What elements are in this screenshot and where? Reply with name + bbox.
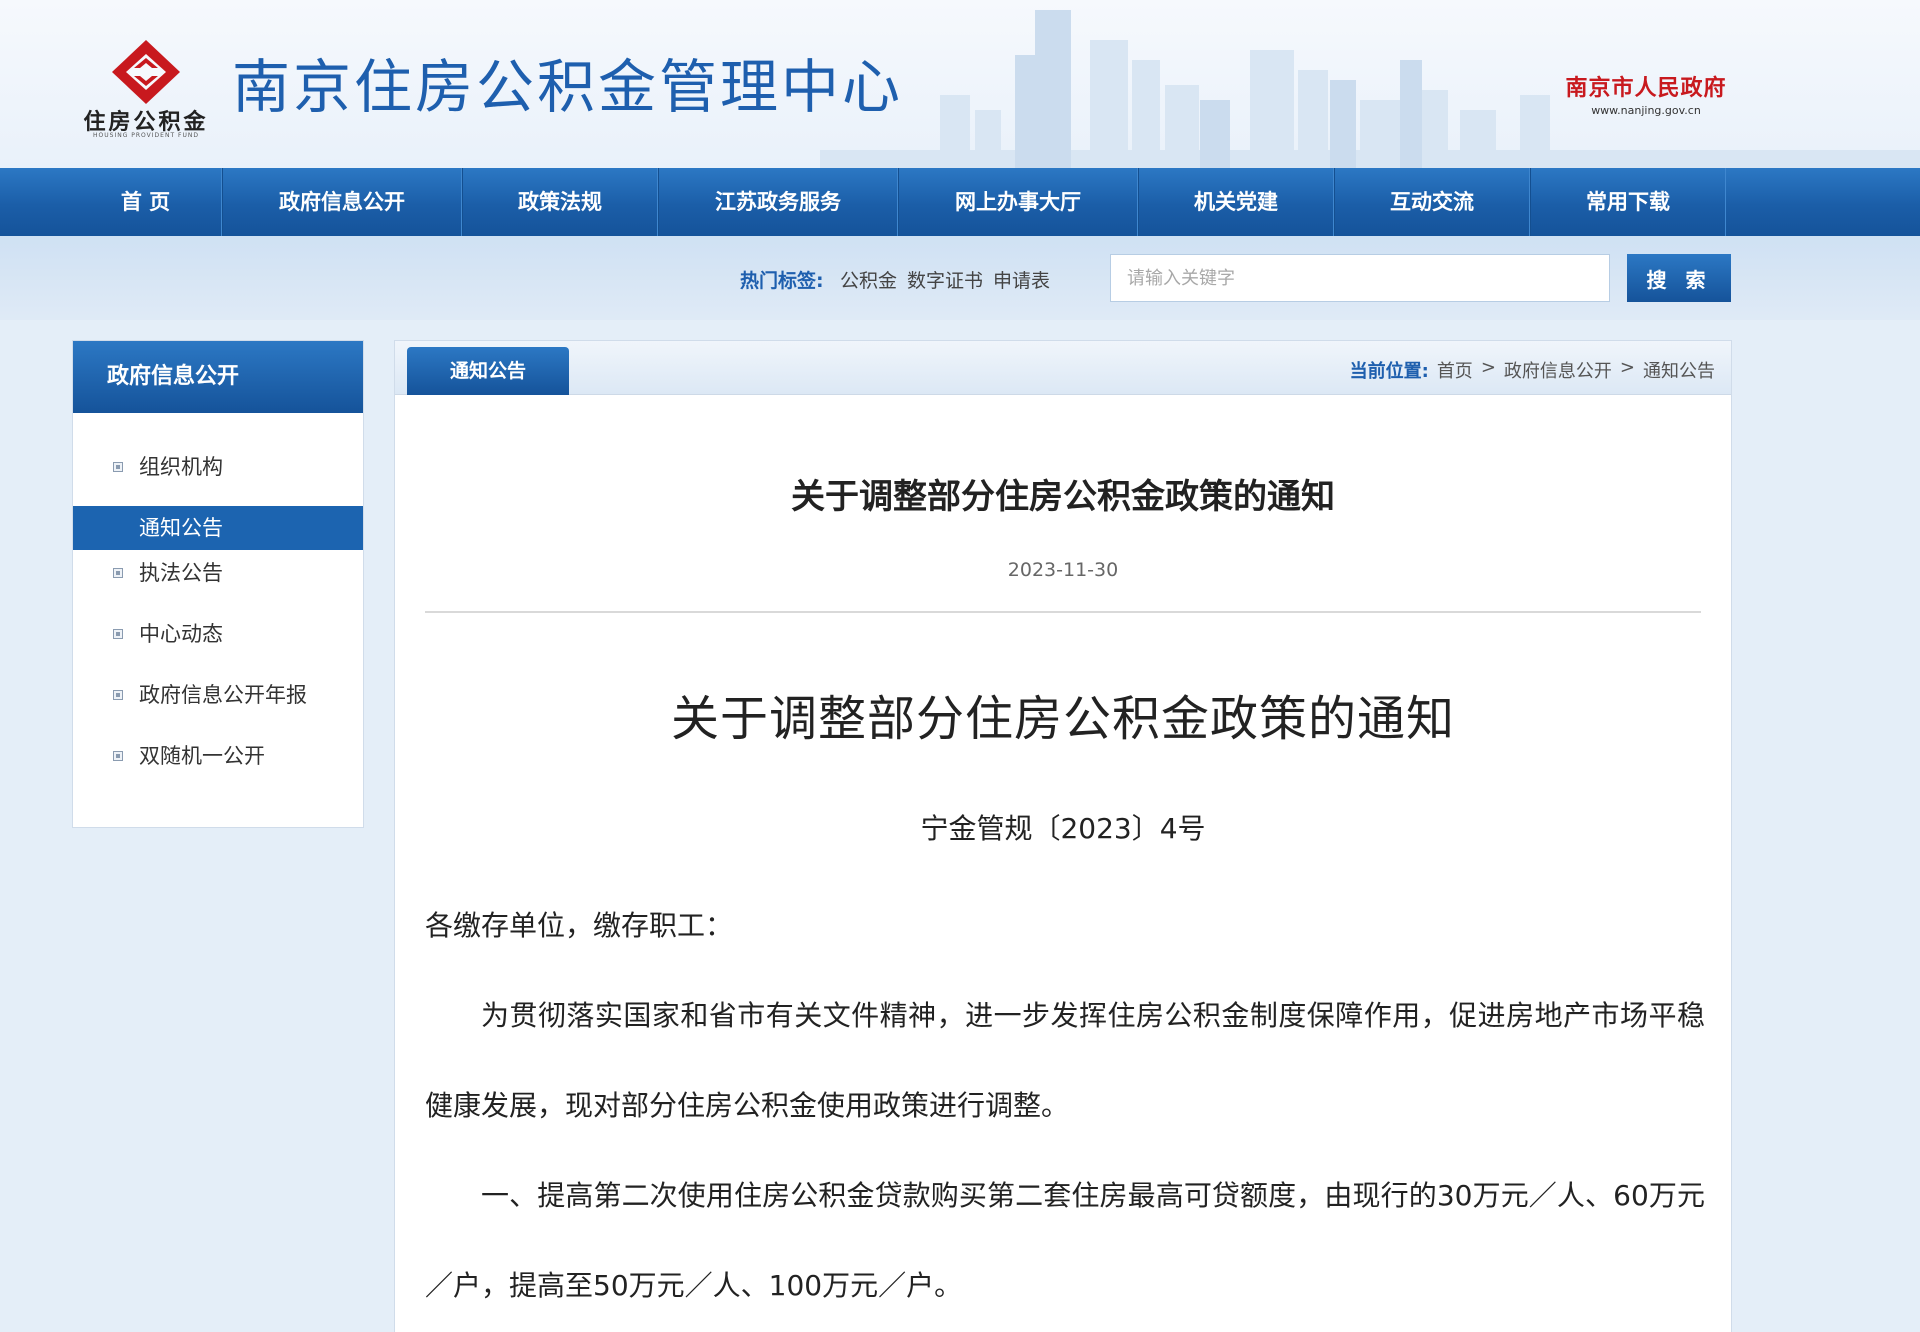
hot-tag[interactable]: 数字证书 bbox=[907, 266, 983, 293]
nav-item-downloads[interactable]: 常用下载 bbox=[1530, 168, 1726, 236]
sidebar-item-news[interactable]: 中心动态 bbox=[73, 612, 363, 656]
sidebar-item-annual-report[interactable]: 政府信息公开年报 bbox=[73, 673, 363, 717]
salutation: 各缴存单位，缴存职工： bbox=[425, 909, 734, 942]
nav-item-party-building[interactable]: 机关党建 bbox=[1138, 168, 1334, 236]
breadcrumb-label: 当前位置: bbox=[1349, 361, 1429, 382]
hot-tag[interactable]: 公积金 bbox=[840, 266, 897, 293]
logo-subtext: HOUSING PROVIDENT FUND bbox=[93, 132, 199, 139]
sidebar-item-organization[interactable]: 组织机构 bbox=[73, 445, 363, 489]
nav-item-online-hall[interactable]: 网上办事大厅 bbox=[898, 168, 1138, 236]
hot-tag[interactable]: 申请表 bbox=[993, 266, 1050, 293]
gov-link-name: 南京市人民政府 bbox=[1565, 76, 1727, 101]
square-bullet-icon bbox=[113, 629, 123, 639]
sidebar-item-enforcement[interactable]: 执法公告 bbox=[73, 551, 363, 595]
sidebar-item-label: 组织机构 bbox=[139, 455, 223, 479]
divider bbox=[425, 611, 1701, 613]
site-title[interactable]: 南京住房公积金管理中心 bbox=[232, 40, 903, 124]
article-panel: 通知公告 当前位置: 首页 > 政府信息公开 > 通知公告 关于调整部分住房公积… bbox=[394, 340, 1732, 1332]
document-number: 宁金管规〔2023〕4号 bbox=[920, 812, 1206, 845]
city-skyline-illustration bbox=[820, 10, 1920, 168]
site-header: 住房公积金 HOUSING PROVIDENT FUND 南京住房公积金管理中心… bbox=[0, 0, 1920, 168]
hot-tags: 公积金 数字证书 申请表 bbox=[840, 266, 1050, 293]
square-bullet-icon bbox=[113, 751, 123, 761]
panel-tabbar: 通知公告 当前位置: 首页 > 政府信息公开 > 通知公告 bbox=[395, 341, 1731, 395]
breadcrumb: 当前位置: 首页 > 政府信息公开 > 通知公告 bbox=[1350, 357, 1715, 383]
search-input[interactable] bbox=[1110, 254, 1610, 302]
hot-tags-label: 热门标签: bbox=[740, 270, 824, 292]
sidebar-item-double-random[interactable]: 双随机一公开 bbox=[73, 734, 363, 778]
square-bullet-icon bbox=[113, 568, 123, 578]
search-button[interactable]: 搜 索 bbox=[1627, 254, 1731, 302]
main-nav: 首 页 政府信息公开 政策法规 江苏政务服务 网上办事大厅 机关党建 互动交流 … bbox=[0, 168, 1920, 236]
sidebar-item-label: 执法公告 bbox=[139, 561, 223, 585]
sidebar-item-notices[interactable]: 通知公告 bbox=[73, 506, 363, 550]
sidebar-item-label: 通知公告 bbox=[139, 516, 223, 540]
breadcrumb-link-home[interactable]: 首页 bbox=[1437, 357, 1473, 383]
nav-item-jiangsu-service[interactable]: 江苏政务服务 bbox=[658, 168, 898, 236]
document-title: 关于调整部分住房公积金政策的通知 bbox=[670, 691, 1455, 747]
search-bar: 热门标签: 公积金 数字证书 申请表 搜 索 bbox=[0, 236, 1920, 320]
sidebar-item-label: 双随机一公开 bbox=[139, 744, 265, 768]
breadcrumb-link-gov-info[interactable]: 政府信息公开 bbox=[1504, 357, 1612, 383]
nav-item-policy[interactable]: 政策法规 bbox=[462, 168, 658, 236]
tab-notices[interactable]: 通知公告 bbox=[407, 347, 569, 395]
article-date: 2023-11-30 bbox=[1007, 559, 1119, 581]
paragraph: 为贯彻落实国家和省市有关文件精神，进一步发挥住房公积金制度保障作用，促进房地产市… bbox=[425, 999, 1705, 1122]
nav-item-home[interactable]: 首 页 bbox=[70, 168, 222, 236]
square-bullet-icon bbox=[113, 690, 123, 700]
document-body: 各缴存单位，缴存职工： 为贯彻落实国家和省市有关文件精神，进一步发挥住房公积金制… bbox=[425, 881, 1705, 1331]
nanjing-gov-link[interactable]: 南京市人民政府 www.nanjing.gov.cn bbox=[1546, 70, 1746, 117]
nav-item-interaction[interactable]: 互动交流 bbox=[1334, 168, 1530, 236]
gov-link-url: www.nanjing.gov.cn bbox=[1591, 104, 1701, 117]
housing-fund-logo-icon bbox=[112, 40, 180, 104]
sidebar-item-label: 政府信息公开年报 bbox=[139, 683, 307, 707]
nav-item-gov-info[interactable]: 政府信息公开 bbox=[222, 168, 462, 236]
breadcrumb-separator: > bbox=[1480, 357, 1496, 378]
paragraph: 一、提高第二次使用住房公积金贷款购买第二套住房最高可贷额度，由现行的30万元／人… bbox=[425, 1179, 1705, 1302]
breadcrumb-separator: > bbox=[1619, 357, 1635, 378]
sidebar: 政府信息公开 组织机构 通知公告 执法公告 中心动态 政府信息公开年报 双随机一… bbox=[72, 340, 364, 828]
article-title: 关于调整部分住房公积金政策的通知 bbox=[791, 477, 1335, 517]
breadcrumb-link-notices[interactable]: 通知公告 bbox=[1643, 357, 1715, 383]
sidebar-item-label: 中心动态 bbox=[139, 622, 223, 646]
sidebar-title: 政府信息公开 bbox=[73, 341, 363, 413]
square-bullet-icon bbox=[113, 462, 123, 472]
